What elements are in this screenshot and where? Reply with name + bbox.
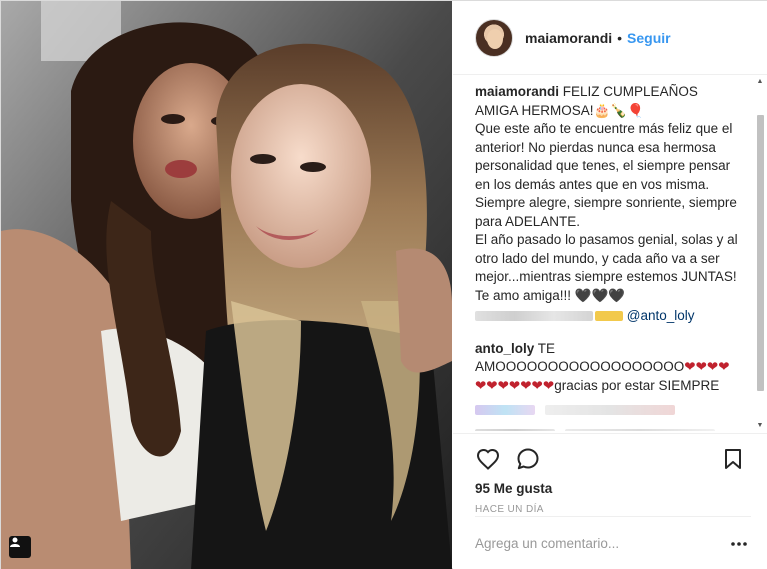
post-photo[interactable] [1, 1, 452, 569]
post-timestamp[interactable]: HACE UN DÍA [475, 504, 746, 515]
action-row [475, 444, 746, 474]
comments-scrollbar[interactable]: ▲ ▼ [755, 77, 765, 431]
user-tag-icon[interactable] [9, 536, 31, 558]
blurred-text [475, 311, 593, 322]
heart-icon[interactable] [475, 446, 501, 472]
caption-hearts: 🖤🖤🖤 [574, 287, 626, 303]
post-actions: 95 Me gusta HACE UN DÍA [453, 433, 767, 517]
reply-hearts-1: ❤❤❤❤ [684, 359, 730, 374]
reply-text-1a: TE [537, 340, 556, 356]
scroll-up-icon[interactable]: ▲ [755, 77, 765, 87]
bookmark-icon[interactable] [720, 446, 746, 472]
more-options-icon[interactable] [727, 534, 751, 554]
instagram-post-window: maiamorandi • Seguir maiamorandi FELIZ C… [0, 0, 767, 569]
comments-list[interactable]: maiamorandi FELIZ CUMPLEAÑOS AMIGA HERMO… [475, 83, 741, 431]
caption-text-2: Que este año te encuentre más feliz que … [475, 121, 737, 229]
mention-link[interactable]: @anto_loly [627, 308, 695, 323]
comment-icon[interactable] [515, 446, 541, 472]
blurred-comment-1 [475, 401, 741, 416]
add-comment-bar [475, 516, 751, 569]
reply-username[interactable]: anto_loly [475, 341, 534, 356]
post-sidebar: maiamorandi • Seguir maiamorandi FELIZ C… [453, 1, 767, 569]
reply-comment: anto_loly TE AMOOOOOOOOOOOOOOOOOO❤❤❤❤ ❤❤… [475, 340, 741, 396]
post-header: maiamorandi • Seguir [453, 1, 767, 75]
reply-text-1b: AMOOOOOOOOOOOOOOOOOO [475, 359, 685, 374]
header-separator: • [617, 29, 623, 46]
likes-count[interactable]: 95 Me gusta [475, 481, 746, 496]
caption-username[interactable]: maiamorandi [475, 84, 559, 99]
follow-button[interactable]: Seguir [627, 30, 671, 46]
scroll-thumb[interactable] [757, 115, 764, 391]
blurred-emoji [595, 311, 623, 322]
caption-emoji: 🎂🍾🎈 [593, 102, 644, 118]
avatar[interactable] [475, 18, 513, 57]
scroll-down-icon[interactable]: ▼ [755, 421, 765, 431]
blurred-comment-2 [475, 425, 741, 431]
reply-text-2: gracias por estar SIEMPRE [554, 377, 720, 393]
photo-illustration [1, 1, 452, 569]
caption-comment: maiamorandi FELIZ CUMPLEAÑOS AMIGA HERMO… [475, 83, 741, 326]
comment-input[interactable] [475, 536, 727, 551]
header-username[interactable]: maiamorandi [525, 30, 612, 46]
reply-hearts-2: ❤❤❤❤❤❤❤ [475, 377, 555, 393]
